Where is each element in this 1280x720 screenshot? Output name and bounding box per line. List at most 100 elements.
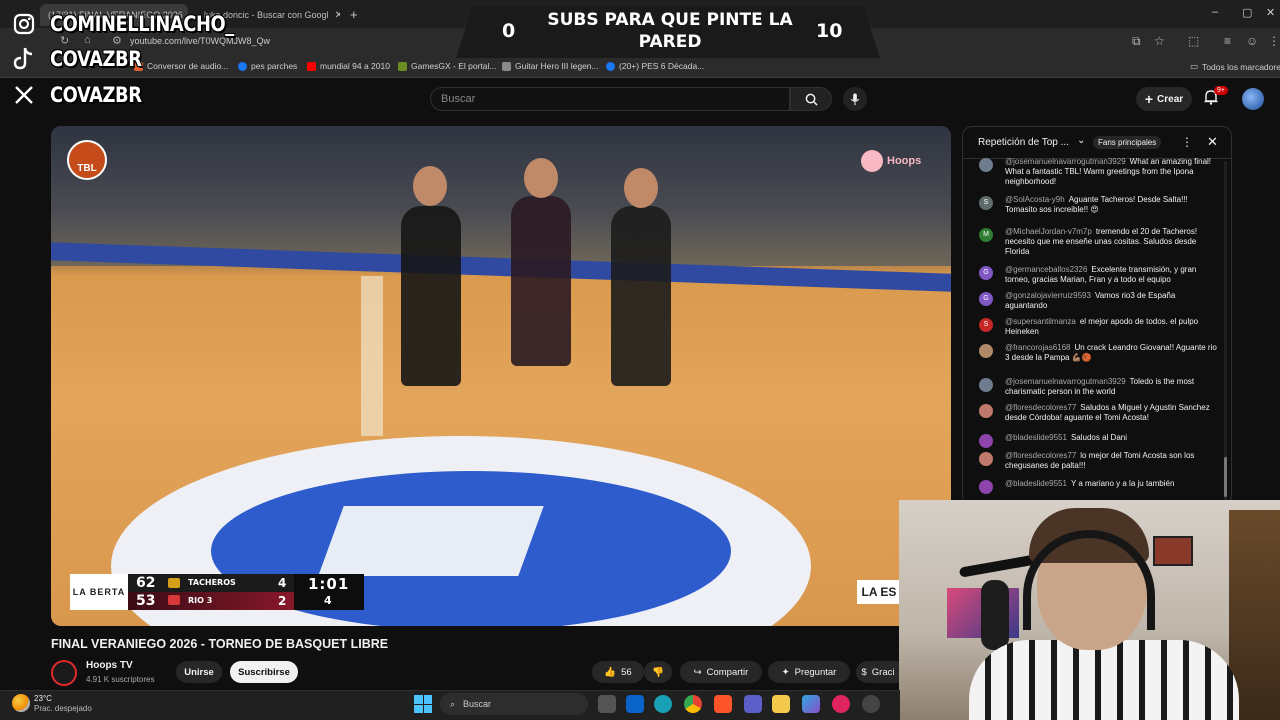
teams-icon[interactable] — [744, 695, 762, 713]
bookmark-item[interactable]: pes parches — [238, 61, 297, 71]
sparkle-icon: ✦ — [781, 666, 790, 678]
close-tab-icon[interactable]: ✕ — [335, 10, 340, 21]
hoops-watermark: Hoops — [861, 150, 921, 172]
streamer-shirt — [969, 640, 1239, 720]
file-explorer-icon[interactable] — [772, 695, 790, 713]
user-avatar — [979, 378, 993, 392]
chat-message: @floresdecolores77 Saludos a Miguel y Agu… — [979, 403, 1219, 423]
center-court-logo-shape — [318, 506, 544, 576]
live-chat: Repetición de Top ... ⌄ Fans principales… — [962, 126, 1232, 506]
more-options-icon[interactable]: ⋮ — [1181, 135, 1193, 149]
team2-crest-icon — [168, 595, 180, 605]
search-button[interactable] — [790, 87, 832, 111]
account-avatar[interactable] — [1242, 88, 1264, 110]
cast-icon[interactable]: ⧉ — [1132, 34, 1141, 49]
user-avatar: G — [979, 266, 993, 280]
menu-icon[interactable]: ⋮ — [1268, 34, 1280, 48]
scoreboard-logo: LA BERTA — [70, 574, 128, 610]
voice-search-button[interactable] — [843, 87, 867, 111]
temperature: 23°C — [34, 694, 52, 703]
chat-header: Repetición de Top ... ⌄ Fans principales… — [963, 127, 1231, 159]
team2-score: 53 — [136, 593, 156, 609]
app-icon[interactable] — [832, 695, 850, 713]
user-avatar — [979, 480, 993, 494]
screen: (17/31) FINAL VERANIEGO 2026 ✕ luka donc… — [0, 0, 1280, 720]
user-avatar — [979, 344, 993, 358]
like-button[interactable]: 👍 56 — [592, 661, 644, 683]
thanks-button[interactable]: $ Graci — [856, 661, 900, 683]
user-avatar: S — [979, 318, 993, 332]
user-avatar — [979, 404, 993, 418]
plus-icon: + — [1144, 91, 1154, 107]
chat-scrollbar[interactable] — [1224, 161, 1227, 501]
store-icon[interactable] — [626, 695, 644, 713]
bookmark-item[interactable]: GamesGX - El portal... — [398, 61, 497, 71]
search-input[interactable]: Buscar — [430, 87, 790, 111]
chat-message: @josemanuelnavarrogutman3929 What an amaz… — [979, 157, 1219, 187]
close-window-icon[interactable]: ✕ — [1266, 6, 1275, 19]
user-avatar — [979, 158, 993, 172]
sponsor-logo: LA ES — [857, 580, 901, 604]
player-head — [524, 158, 558, 198]
app-icon[interactable] — [802, 695, 820, 713]
edge-icon[interactable] — [654, 695, 672, 713]
maximize-icon[interactable]: ▢ — [1242, 6, 1252, 19]
bookmark-item[interactable]: (20+) PES 6 Década... — [606, 61, 704, 71]
chat-message: M @MichaelJordan-v7m7p tremendo el 20 de T… — [979, 227, 1219, 257]
social-instagram: COMINELLINACHO_ — [10, 10, 266, 38]
profile-icon[interactable]: ☺ — [1246, 34, 1258, 48]
chat-message: G @gonzalojavierruiz9593 Vamos rio3 de Esp… — [979, 291, 1219, 311]
weather-icon[interactable] — [12, 694, 30, 712]
tiktok-icon — [10, 45, 38, 73]
social-handle: COVAZBR — [50, 47, 142, 71]
dislike-button[interactable]: 👎 — [644, 661, 672, 683]
bookmark-item[interactable]: mundial 94 a 2010 — [307, 61, 390, 71]
chevron-down-icon[interactable]: ⌄ — [1077, 135, 1085, 146]
channel-avatar[interactable] — [51, 660, 77, 686]
taskbar-search[interactable]: ⌕ Buscar — [440, 693, 588, 715]
all-bookmarks[interactable]: ▭ Todos los marcadores — [1190, 61, 1280, 72]
chat-message: @josemanuelnavarrogutman3929 Toledo is th… — [979, 377, 1219, 397]
subscriber-count: 4.91 K suscriptores — [86, 675, 155, 684]
user-avatar: G — [979, 292, 993, 306]
join-button[interactable]: Unirse — [176, 661, 222, 683]
notification-badge: 9+ — [1214, 86, 1228, 95]
subscribe-button[interactable]: Suscribirse — [230, 661, 298, 683]
user-avatar: M — [979, 228, 993, 242]
extensions-icon[interactable]: ⬚ — [1188, 34, 1199, 48]
ask-button[interactable]: ✦ Preguntar — [768, 661, 850, 683]
wall-frame — [1153, 536, 1193, 566]
player-figure — [511, 196, 571, 366]
scoreboard: LA BERTA 62 53 TACHEROS RIO 3 4 2 1:01 4 — [70, 574, 364, 610]
windows-start-icon[interactable] — [414, 695, 432, 713]
player-head — [624, 168, 658, 208]
channel-name[interactable]: Hoops TV — [86, 660, 133, 671]
share-button[interactable]: ↪ Compartir — [680, 661, 762, 683]
bookmark-item[interactable]: Guitar Hero III legen... — [502, 61, 599, 71]
downloads-icon[interactable]: ≡ — [1224, 34, 1231, 48]
new-tab-icon[interactable]: + — [350, 7, 358, 22]
close-chat-icon[interactable]: ✕ — [1207, 134, 1218, 150]
chrome-icon[interactable] — [684, 695, 702, 713]
x-icon — [10, 81, 38, 109]
game-period: 4 — [324, 594, 332, 607]
create-button[interactable]: + Crear — [1136, 87, 1192, 111]
scoreboard-main: 62 53 TACHEROS RIO 3 4 2 1:01 4 — [128, 574, 364, 610]
facebook-icon — [606, 61, 615, 71]
chat-scroll-thumb[interactable] — [1224, 457, 1227, 497]
dollar-icon: $ — [861, 666, 867, 678]
chat-message: S @SolAcosta-y9h Aguante Tacheros! Desde S… — [979, 195, 1219, 215]
crowd-background — [51, 126, 951, 266]
search-icon — [805, 93, 818, 106]
video-player[interactable]: TBL Hoops — [51, 126, 951, 626]
game-clock: 1:01 — [308, 575, 350, 593]
social-x: COVAZBR — [10, 81, 158, 109]
team1-crest-icon — [168, 578, 180, 588]
fans-badge[interactable]: Fans principales — [1093, 136, 1162, 149]
task-view-icon[interactable] — [598, 695, 616, 713]
settings-icon[interactable] — [862, 695, 880, 713]
minimize-icon[interactable]: – — [1212, 6, 1218, 18]
bookmark-star-icon[interactable]: ☆ — [1154, 34, 1165, 48]
chat-mode-selector[interactable]: Repetición de Top ... — [978, 137, 1069, 148]
brave-icon[interactable] — [714, 695, 732, 713]
